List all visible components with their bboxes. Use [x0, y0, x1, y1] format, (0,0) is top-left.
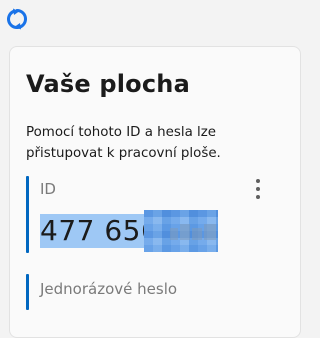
panel-title: Vaše plocha — [26, 70, 190, 98]
id-redaction-pixelation — [144, 210, 218, 252]
id-label: ID — [40, 180, 56, 198]
more-vertical-icon[interactable] — [248, 176, 268, 202]
password-accent-bar — [26, 274, 29, 310]
id-value[interactable]: 477 656 — [40, 214, 159, 248]
id-accent-bar — [26, 176, 29, 253]
app-logo-icon — [7, 8, 27, 30]
panel-description: Pomocí tohoto ID a hesla lze přistupovat… — [26, 125, 221, 161]
title-bar — [0, 0, 286, 36]
id-value-field[interactable]: 477 656 — [40, 210, 218, 252]
one-time-password-label: Jednorázové heslo — [40, 280, 178, 298]
